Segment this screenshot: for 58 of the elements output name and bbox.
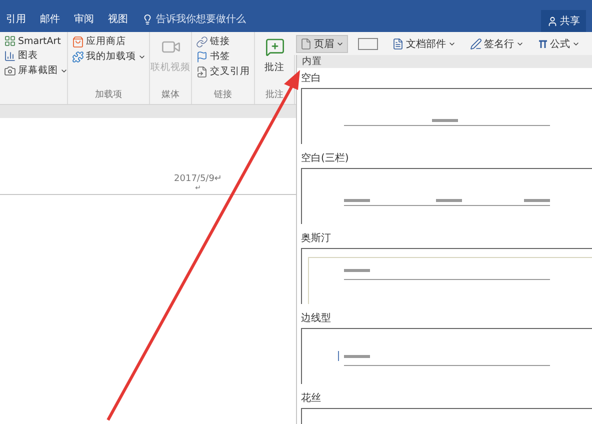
gallery-option-label: 空白(三栏) bbox=[301, 152, 350, 166]
ribbon-button[interactable]: 我的加载项 bbox=[72, 50, 146, 63]
date-text: 2017/5/9↵ bbox=[174, 174, 222, 184]
menu-tab[interactable]: 邮件 bbox=[40, 12, 60, 26]
share-button[interactable]: 共享 bbox=[541, 10, 586, 32]
gallery-option-label: 奥斯汀 bbox=[301, 232, 332, 246]
placeholder-text-drawing bbox=[432, 119, 458, 122]
flag-icon bbox=[196, 50, 208, 62]
ribbon-button[interactable]: 交叉引用 bbox=[196, 65, 250, 78]
document-icon bbox=[392, 38, 404, 50]
group-label: 媒体 bbox=[160, 88, 180, 102]
text-box-icon bbox=[358, 38, 378, 50]
menu-tab[interactable]: 引用 bbox=[6, 12, 26, 26]
ribbon-button[interactable]: SmartArt bbox=[4, 35, 61, 47]
group-label: 链接 bbox=[213, 88, 233, 102]
comment-plus-icon bbox=[264, 37, 284, 57]
puzzle-icon bbox=[72, 50, 84, 62]
header-preview[interactable] bbox=[301, 88, 592, 144]
pi-icon bbox=[538, 38, 548, 48]
header-preview[interactable] bbox=[301, 168, 592, 224]
ribbon-button[interactable]: 屏幕截图 bbox=[4, 64, 68, 77]
menu-tab[interactable]: 视图 bbox=[108, 12, 128, 26]
bar-chart-icon bbox=[4, 50, 16, 62]
toolbar-button[interactable]: 页眉 bbox=[296, 34, 348, 52]
ribbon-button[interactable]: 书签 bbox=[196, 50, 230, 63]
bag-icon bbox=[72, 36, 84, 48]
lightbulb-icon bbox=[142, 14, 153, 24]
person-icon bbox=[547, 16, 558, 26]
gallery-option-label: 花丝 bbox=[301, 392, 322, 406]
ribbon-button[interactable]: 应用商店 bbox=[72, 35, 126, 48]
placeholder-text-drawing bbox=[524, 199, 550, 202]
ribbon-button[interactable]: 批注 bbox=[264, 37, 284, 74]
group-label: 批注 bbox=[264, 88, 284, 102]
placeholder-text-drawing bbox=[344, 199, 370, 202]
placeholder-text-drawing bbox=[436, 199, 462, 202]
camera-icon bbox=[4, 64, 16, 76]
menu-tab[interactable]: 审阅 bbox=[74, 12, 94, 26]
toolbar-button[interactable]: 文档部件 bbox=[388, 34, 460, 52]
link-icon bbox=[196, 36, 208, 48]
toolbar-button[interactable]: 公式 bbox=[534, 34, 584, 52]
grid-icon bbox=[4, 35, 16, 47]
header-preview[interactable] bbox=[301, 248, 592, 304]
side-line bbox=[338, 351, 339, 361]
header-preview[interactable] bbox=[301, 328, 592, 384]
page-icon bbox=[300, 38, 312, 50]
tell-me-placeholder: 告诉我你想要做什么 bbox=[156, 12, 246, 26]
placeholder-text-drawing bbox=[344, 355, 370, 358]
ribbon-button[interactable]: 链接 bbox=[196, 35, 230, 48]
section-header: 内置 bbox=[297, 55, 592, 68]
tell-me-field[interactable]: 告诉我你想要做什么 bbox=[142, 12, 246, 26]
ribbon-button[interactable]: 图表 bbox=[4, 49, 38, 62]
toolbar-button[interactable]: 签名行 bbox=[466, 34, 528, 52]
placeholder-text-drawing bbox=[344, 269, 370, 272]
gallery-option-label: 空白 bbox=[301, 72, 322, 86]
document-link-icon bbox=[196, 66, 208, 78]
group-label: 加载项 bbox=[94, 88, 123, 102]
gallery-option-label: 边线型 bbox=[301, 312, 332, 326]
pen-icon bbox=[470, 38, 482, 50]
